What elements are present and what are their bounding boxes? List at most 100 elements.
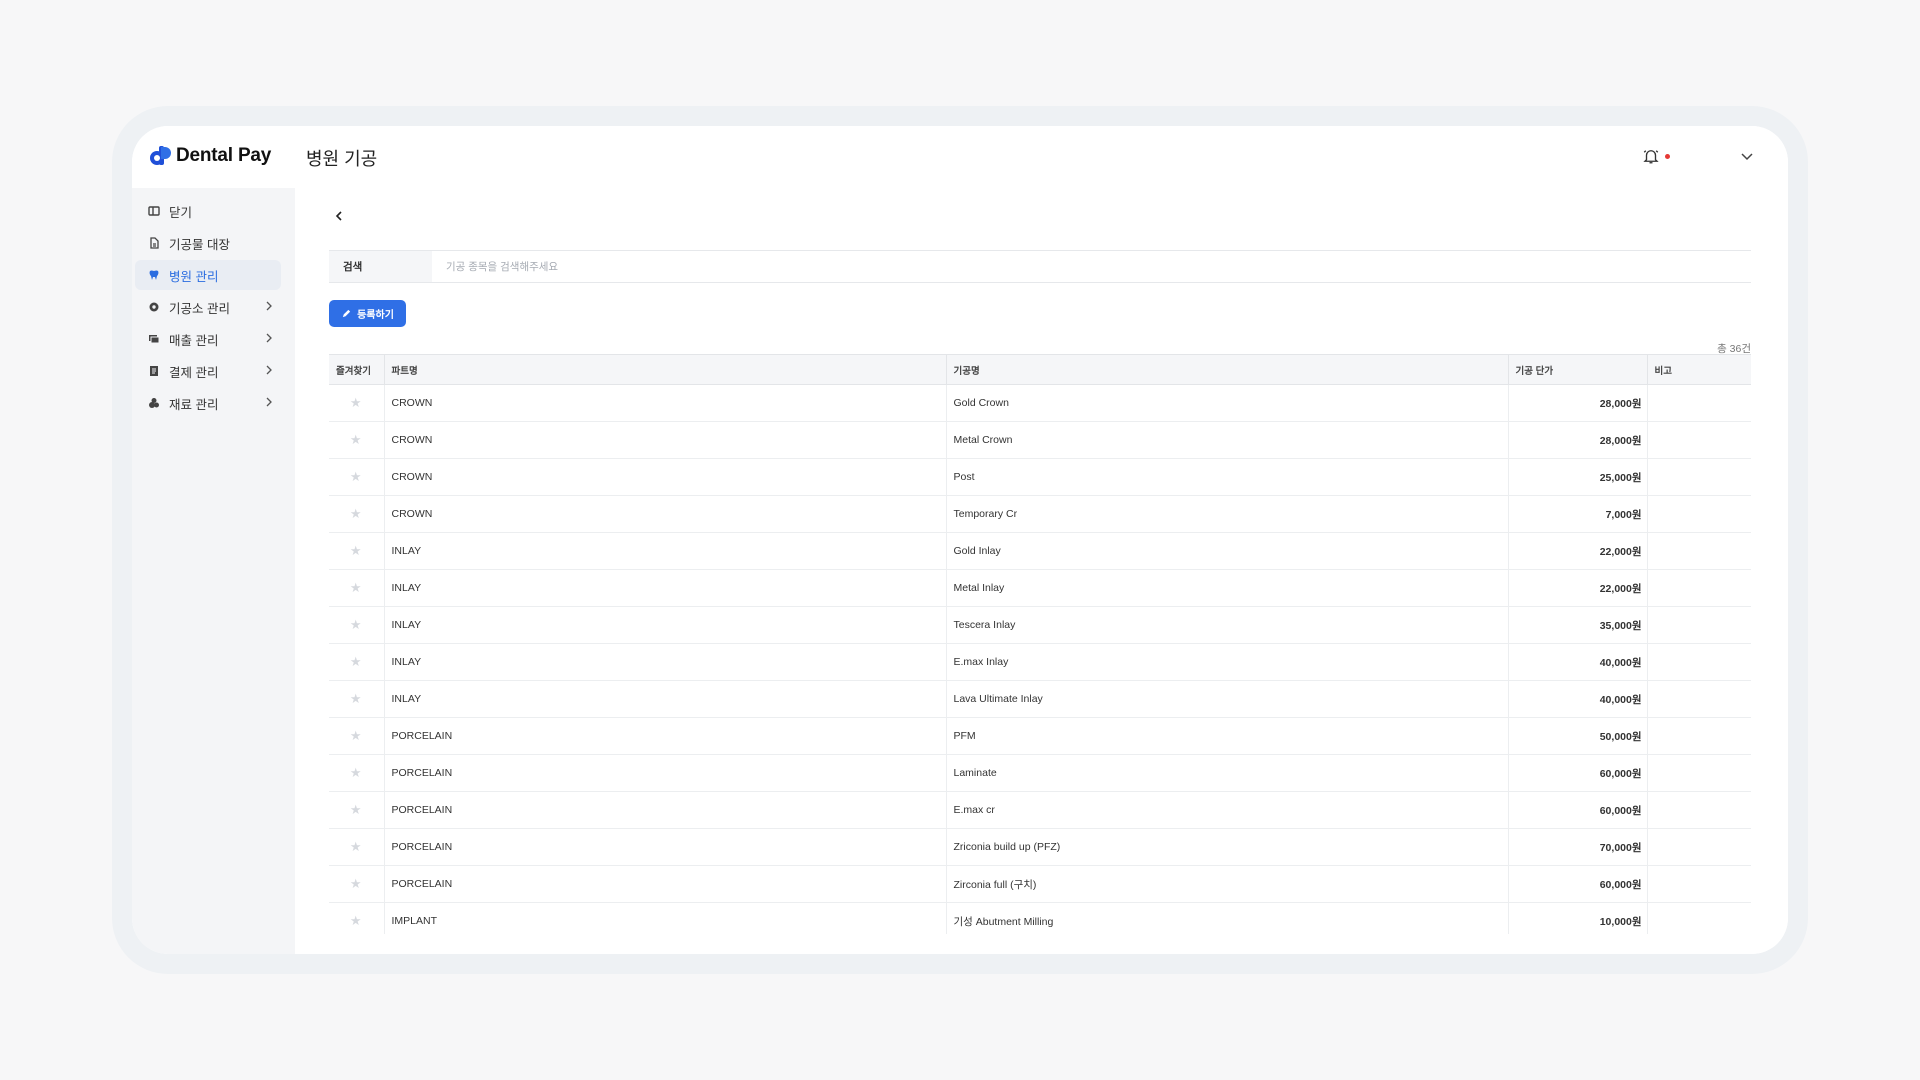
note-cell bbox=[1647, 458, 1751, 496]
item-name-cell: Laminate bbox=[946, 754, 1509, 792]
price-cell: 40,000원 bbox=[1508, 680, 1648, 718]
table-row[interactable]: ★ IMPLANT 기성 Abutment Milling 10,000원 bbox=[329, 902, 1751, 934]
item-name-cell: Metal Crown bbox=[946, 421, 1509, 459]
item-name-cell: PFM bbox=[946, 717, 1509, 755]
favorite-star-icon[interactable]: ★ bbox=[329, 828, 385, 866]
note-cell bbox=[1647, 643, 1751, 681]
chevron-left-icon[interactable] bbox=[333, 210, 345, 222]
main-content: 검색 등록하기 총 36건 즐겨찾기 파트명 기공명 기공 단가 bbox=[295, 188, 1788, 954]
part-cell: INLAY bbox=[384, 606, 947, 644]
sidebar-item-payment[interactable]: 결제 관리 bbox=[135, 356, 281, 386]
sidebar-item-close[interactable]: 닫기 bbox=[135, 196, 281, 226]
favorite-star-icon[interactable]: ★ bbox=[329, 643, 385, 681]
top-header: Dental Pay 병원 기공 bbox=[132, 126, 1788, 188]
sidebar-item-hospital[interactable]: 병원 관리 bbox=[135, 260, 281, 290]
part-cell: INLAY bbox=[384, 532, 947, 570]
pencil-icon bbox=[342, 309, 351, 318]
sidebar-item-sales[interactable]: 매출 관리 bbox=[135, 324, 281, 354]
header-note[interactable]: 비고 bbox=[1647, 354, 1751, 385]
favorite-star-icon[interactable]: ★ bbox=[329, 606, 385, 644]
chevron-down-icon[interactable] bbox=[1739, 148, 1755, 164]
search-label: 검색 bbox=[329, 251, 432, 282]
sidebar-item-lab-management[interactable]: 기공소 관리 bbox=[135, 292, 281, 322]
favorite-star-icon[interactable]: ★ bbox=[329, 384, 385, 422]
table-row[interactable]: ★ INLAY Metal Inlay 22,000원 bbox=[329, 569, 1751, 607]
table-row[interactable]: ★ INLAY Tescera Inlay 35,000원 bbox=[329, 606, 1751, 644]
note-cell bbox=[1647, 754, 1751, 792]
table-row[interactable]: ★ CROWN Gold Crown 28,000원 bbox=[329, 384, 1751, 422]
chevron-right-icon bbox=[266, 301, 272, 311]
note-cell bbox=[1647, 680, 1751, 718]
part-cell: PORCELAIN bbox=[384, 828, 947, 866]
favorite-star-icon[interactable]: ★ bbox=[329, 458, 385, 496]
table-row[interactable]: ★ PORCELAIN Laminate 60,000원 bbox=[329, 754, 1751, 792]
page-title: 병원 기공 bbox=[306, 149, 378, 169]
notification-dot bbox=[1665, 154, 1670, 159]
favorite-star-icon[interactable]: ★ bbox=[329, 532, 385, 570]
note-cell bbox=[1647, 606, 1751, 644]
part-cell: INLAY bbox=[384, 643, 947, 681]
price-cell: 50,000원 bbox=[1508, 717, 1648, 755]
item-name-cell: E.max cr bbox=[946, 791, 1509, 829]
item-name-cell: Tescera Inlay bbox=[946, 606, 1509, 644]
table-row[interactable]: ★ CROWN Temporary Cr 7,000원 bbox=[329, 495, 1751, 533]
sidebar-item-label: 기공소 관리 bbox=[169, 301, 230, 316]
table-row[interactable]: ★ INLAY Lava Ultimate Inlay 40,000원 bbox=[329, 680, 1751, 718]
item-name-cell: E.max Inlay bbox=[946, 643, 1509, 681]
search-input[interactable] bbox=[432, 251, 1751, 282]
price-cell: 22,000원 bbox=[1508, 569, 1648, 607]
favorite-star-icon[interactable]: ★ bbox=[329, 754, 385, 792]
item-name-cell: Temporary Cr bbox=[946, 495, 1509, 533]
favorite-star-icon[interactable]: ★ bbox=[329, 495, 385, 533]
register-button[interactable]: 등록하기 bbox=[329, 300, 406, 327]
part-cell: CROWN bbox=[384, 458, 947, 496]
part-cell: CROWN bbox=[384, 421, 947, 459]
price-cell: 22,000원 bbox=[1508, 532, 1648, 570]
part-cell: INLAY bbox=[384, 569, 947, 607]
table-row[interactable]: ★ INLAY Gold Inlay 22,000원 bbox=[329, 532, 1751, 570]
price-cell: 40,000원 bbox=[1508, 643, 1648, 681]
favorite-star-icon[interactable]: ★ bbox=[329, 680, 385, 718]
item-name-cell: Gold Crown bbox=[946, 384, 1509, 422]
price-cell: 10,000원 bbox=[1508, 902, 1648, 934]
note-cell bbox=[1647, 569, 1751, 607]
favorite-star-icon[interactable]: ★ bbox=[329, 902, 385, 934]
item-name-cell: Gold Inlay bbox=[946, 532, 1509, 570]
header-part[interactable]: 파트명 bbox=[384, 354, 947, 385]
header-unit-price[interactable]: 기공 단가 bbox=[1508, 354, 1648, 385]
table-row[interactable]: ★ PORCELAIN Zirconia full (구치) 60,000원 bbox=[329, 865, 1751, 903]
table-row[interactable]: ★ PORCELAIN PFM 50,000원 bbox=[329, 717, 1751, 755]
part-cell: CROWN bbox=[384, 384, 947, 422]
table-row[interactable]: ★ PORCELAIN Zriconia build up (PFZ) 70,000원 bbox=[329, 828, 1751, 866]
favorite-star-icon[interactable]: ★ bbox=[329, 791, 385, 829]
part-cell: PORCELAIN bbox=[384, 865, 947, 903]
app-screen: Dental Pay 병원 기공 닫기 기공물 대장 병원 관리 기공소 관리 … bbox=[132, 126, 1788, 954]
favorite-star-icon[interactable]: ★ bbox=[329, 421, 385, 459]
table-row[interactable]: ★ PORCELAIN E.max cr 60,000원 bbox=[329, 791, 1751, 829]
note-cell bbox=[1647, 902, 1751, 934]
gear-icon bbox=[147, 300, 161, 314]
part-cell: IMPLANT bbox=[384, 902, 947, 934]
cash-icon bbox=[147, 332, 161, 346]
bell-icon[interactable] bbox=[1642, 147, 1660, 165]
favorite-star-icon[interactable]: ★ bbox=[329, 865, 385, 903]
favorite-star-icon[interactable]: ★ bbox=[329, 717, 385, 755]
price-cell: 60,000원 bbox=[1508, 865, 1648, 903]
table-row[interactable]: ★ CROWN Metal Crown 28,000원 bbox=[329, 421, 1751, 459]
price-cell: 25,000원 bbox=[1508, 458, 1648, 496]
price-cell: 28,000원 bbox=[1508, 421, 1648, 459]
sidebar-item-materials[interactable]: 재료 관리 bbox=[135, 388, 281, 418]
part-cell: INLAY bbox=[384, 680, 947, 718]
table-row[interactable]: ★ INLAY E.max Inlay 40,000원 bbox=[329, 643, 1751, 681]
back-navigation[interactable] bbox=[333, 210, 355, 222]
sidebar-item-lab-ledger[interactable]: 기공물 대장 bbox=[135, 228, 281, 258]
note-cell bbox=[1647, 717, 1751, 755]
note-cell bbox=[1647, 865, 1751, 903]
logo[interactable]: Dental Pay bbox=[148, 144, 271, 168]
header-item-name[interactable]: 기공명 bbox=[946, 354, 1509, 385]
receipt-icon bbox=[147, 364, 161, 378]
favorite-star-icon[interactable]: ★ bbox=[329, 569, 385, 607]
table-row[interactable]: ★ CROWN Post 25,000원 bbox=[329, 458, 1751, 496]
header-favorite[interactable]: 즐겨찾기 bbox=[329, 354, 385, 385]
search-bar: 검색 bbox=[329, 250, 1751, 283]
